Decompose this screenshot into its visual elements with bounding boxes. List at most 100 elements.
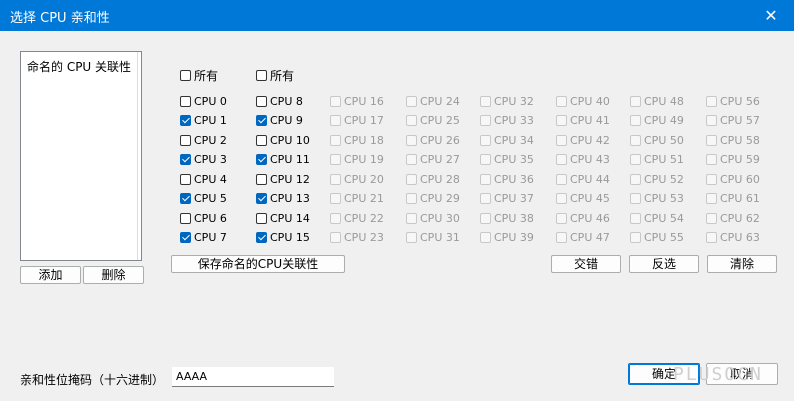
cpu-checkbox: CPU 53: [630, 191, 684, 207]
cancel-button[interactable]: 取消: [706, 363, 778, 385]
checkbox-box: [630, 134, 641, 146]
mask-input[interactable]: [172, 367, 334, 387]
cpu-label: CPU 25: [420, 114, 460, 127]
cpu-label: CPU 44: [570, 172, 610, 186]
checkbox-box: [330, 232, 341, 243]
cpu-checkbox: CPU 41: [556, 113, 610, 129]
cpu-label: CPU 23: [344, 231, 384, 244]
checkbox-box: [480, 134, 491, 146]
checkbox-box: [480, 232, 491, 243]
cpu-checkbox: CPU 52: [630, 171, 684, 187]
add-button[interactable]: 添加: [20, 266, 81, 284]
delete-button[interactable]: 删除: [83, 266, 144, 284]
cpu-checkbox[interactable]: CPU 6: [180, 210, 227, 226]
cpu-label: CPU 0: [194, 94, 227, 108]
checkbox-box[interactable]: [180, 95, 191, 107]
checkbox-box: [556, 95, 567, 107]
checkbox-box[interactable]: [256, 232, 267, 243]
cpu-label: CPU 3: [194, 153, 227, 166]
select-all-label: 所有: [194, 68, 219, 83]
cpu-checkbox: CPU 23: [330, 230, 384, 246]
cpu-checkbox: CPU 40: [556, 93, 610, 109]
clear-button[interactable]: 清除: [707, 255, 777, 273]
checkbox-box: [406, 95, 417, 107]
checkbox-box[interactable]: [256, 95, 267, 107]
cpu-label: CPU 58: [720, 133, 760, 147]
cpu-checkbox: CPU 28: [406, 171, 460, 187]
cpu-checkbox: CPU 56: [706, 93, 760, 109]
cpu-checkbox: CPU 26: [406, 132, 460, 148]
checkbox-box[interactable]: [256, 154, 267, 165]
cpu-checkbox[interactable]: CPU 15: [256, 230, 310, 246]
checkbox-box[interactable]: [256, 193, 267, 204]
checkbox-box[interactable]: [256, 212, 267, 224]
invert-button[interactable]: 反选: [629, 255, 699, 273]
checkbox-box[interactable]: [256, 134, 267, 146]
cpu-label: CPU 62: [720, 211, 760, 225]
cpu-checkbox: CPU 58: [706, 132, 760, 148]
select-all-checkbox[interactable]: 所有: [180, 67, 218, 83]
cpu-label: CPU 12: [270, 172, 310, 186]
checkbox-box[interactable]: [180, 115, 191, 126]
close-icon: ✕: [764, 6, 778, 25]
cpu-label: CPU 48: [644, 94, 684, 108]
cpu-label: CPU 51: [644, 153, 684, 166]
cpu-checkbox[interactable]: CPU 7: [180, 230, 227, 246]
cpu-label: CPU 6: [194, 211, 227, 225]
cpu-label: CPU 39: [494, 231, 534, 244]
save-named-affinity-button[interactable]: 保存命名的CPU关联性: [171, 255, 345, 273]
cpu-label: CPU 47: [570, 231, 610, 244]
cpu-checkbox[interactable]: CPU 5: [180, 191, 227, 207]
checkbox-box[interactable]: [180, 232, 191, 243]
cpu-checkbox[interactable]: CPU 10: [256, 132, 310, 148]
cpu-checkbox[interactable]: CPU 9: [256, 113, 303, 129]
checkbox-box: [556, 154, 567, 165]
checkbox-box[interactable]: [256, 115, 267, 126]
checkbox-box: [630, 154, 641, 165]
checkbox-box[interactable]: [180, 69, 191, 81]
checkbox-box: [480, 212, 491, 224]
cpu-checkbox: CPU 30: [406, 210, 460, 226]
cpu-label: CPU 16: [344, 94, 384, 108]
checkbox-box: [630, 212, 641, 224]
cpu-checkbox[interactable]: CPU 3: [180, 152, 227, 168]
cpu-checkbox[interactable]: CPU 8: [256, 93, 303, 109]
list-item[interactable]: 命名的 CPU 关联性: [27, 58, 131, 75]
checkbox-box[interactable]: [180, 154, 191, 165]
cpu-checkbox: CPU 63: [706, 230, 760, 246]
cpu-checkbox: CPU 62: [706, 210, 760, 226]
cpu-checkbox[interactable]: CPU 4: [180, 171, 227, 187]
cpu-checkbox: CPU 54: [630, 210, 684, 226]
cpu-checkbox[interactable]: CPU 1: [180, 113, 227, 129]
cpu-checkbox[interactable]: CPU 2: [180, 132, 227, 148]
cpu-checkbox[interactable]: CPU 14: [256, 210, 310, 226]
cpu-checkbox[interactable]: CPU 12: [256, 171, 310, 187]
checkbox-box[interactable]: [180, 173, 191, 185]
checkbox-box[interactable]: [180, 193, 191, 204]
checkbox-box: [406, 173, 417, 185]
checkbox-box[interactable]: [180, 134, 191, 146]
checkbox-box: [406, 232, 417, 243]
checkbox-box[interactable]: [256, 69, 267, 81]
ok-button[interactable]: 确定: [628, 363, 700, 385]
cpu-label: CPU 27: [420, 153, 460, 166]
cpu-checkbox: CPU 37: [480, 191, 534, 207]
cpu-label: CPU 41: [570, 114, 610, 127]
checkbox-box: [330, 95, 341, 107]
cpu-checkbox: CPU 51: [630, 152, 684, 168]
cpu-label: CPU 49: [644, 114, 684, 127]
close-button[interactable]: ✕: [748, 0, 794, 31]
cpu-checkbox: CPU 18: [330, 132, 384, 148]
cpu-checkbox: CPU 38: [480, 210, 534, 226]
select-all-checkbox[interactable]: 所有: [256, 67, 294, 83]
cpu-checkbox[interactable]: CPU 13: [256, 191, 310, 207]
intersect-button[interactable]: 交错: [551, 255, 621, 273]
cpu-checkbox[interactable]: CPU 11: [256, 152, 310, 168]
list-scrollbar[interactable]: [137, 52, 141, 260]
checkbox-box[interactable]: [256, 173, 267, 185]
checkbox-box[interactable]: [180, 212, 191, 224]
cpu-checkbox[interactable]: CPU 0: [180, 93, 227, 109]
named-affinity-list[interactable]: 命名的 CPU 关联性: [20, 51, 142, 261]
checkbox-box: [406, 193, 417, 204]
cpu-label: CPU 2: [194, 133, 227, 147]
